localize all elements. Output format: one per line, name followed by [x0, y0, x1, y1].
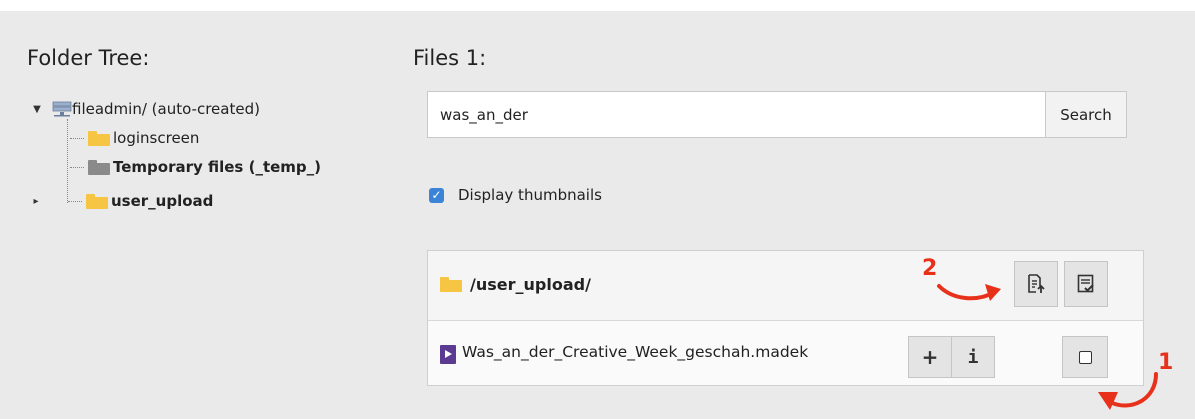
video-file-icon — [440, 345, 456, 364]
checklist-icon — [1077, 274, 1094, 293]
file-list-table: /user_upload/ Was_an_der_Creative_Week_g… — [427, 250, 1144, 386]
folder-tree-title: Folder Tree: — [27, 46, 150, 70]
tree-dotted-connector — [70, 137, 84, 139]
tree-item-user-upload[interactable]: ▸ user_upload — [32, 187, 213, 215]
tree-item-label: loginscreen — [113, 129, 200, 147]
search-button[interactable]: Search — [1045, 91, 1127, 138]
tree-item-label: Temporary files (_temp_) — [113, 158, 322, 176]
files-title: Files 1: — [413, 46, 487, 70]
tree-dotted-connector — [68, 200, 82, 202]
annotation-arrow-2-icon — [937, 284, 1001, 301]
display-thumbnails-option[interactable]: ✓ Display thumbnails — [429, 186, 602, 204]
file-row: Was_an_der_Creative_Week_geschah.madek +… — [428, 321, 1143, 385]
file-info-button[interactable]: i — [951, 336, 995, 378]
folder-path: /user_upload/ — [470, 275, 591, 294]
add-file-button[interactable]: + — [908, 336, 952, 378]
folder-icon — [86, 193, 108, 209]
display-thumbnails-label: Display thumbnails — [458, 186, 602, 204]
tree-item-temp[interactable]: Temporary files (_temp_) — [68, 153, 321, 181]
display-thumbnails-checkbox[interactable]: ✓ — [429, 187, 444, 203]
tree-item-label: fileadmin/ (auto-created) — [72, 100, 260, 118]
tree-item-loginscreen[interactable]: loginscreen — [68, 124, 199, 152]
search-group: Search — [427, 91, 1127, 138]
import-selection-icon — [1028, 274, 1045, 293]
folder-row: /user_upload/ — [428, 251, 1143, 321]
file-name[interactable]: Was_an_der_Creative_Week_geschah.madek — [462, 343, 808, 361]
checkbox-icon — [1078, 350, 1092, 364]
folder-icon — [88, 159, 110, 175]
tree-item-fileadmin[interactable]: ▼ fileadmin/ (auto-created) — [32, 95, 260, 123]
server-storage-icon — [52, 101, 72, 117]
annotation-arrow-1-icon — [1098, 372, 1158, 410]
select-all-button[interactable] — [1064, 261, 1108, 307]
search-input[interactable] — [427, 91, 1045, 138]
caret-right-icon[interactable]: ▸ — [32, 196, 40, 207]
import-selection-button[interactable] — [1014, 261, 1058, 307]
folder-icon — [440, 277, 462, 292]
folder-icon — [88, 130, 110, 146]
tree-dotted-connector — [70, 166, 84, 168]
caret-down-icon[interactable]: ▼ — [32, 104, 42, 115]
tree-item-label: user_upload — [111, 192, 214, 210]
